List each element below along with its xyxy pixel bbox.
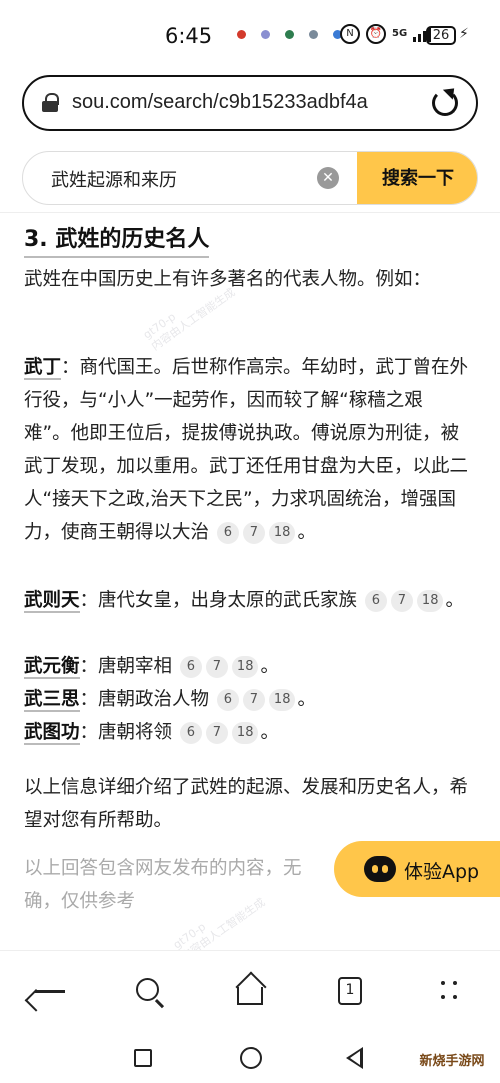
search-input[interactable]: 武姓起源和来历	[51, 166, 177, 192]
open-app-label: 体验App	[404, 861, 480, 883]
network-type: 5G	[392, 28, 408, 39]
notification-icon	[285, 30, 294, 39]
person-desc: ：唐朝宰相	[79, 656, 173, 677]
more-dots-icon	[441, 979, 459, 1003]
intro-paragraph: 武姓在中国历史上有许多著名的代表人物。例如：	[24, 269, 432, 290]
person-name[interactable]: 武则天	[24, 590, 80, 613]
citation-badge[interactable]: 7	[390, 590, 413, 612]
citation-badge[interactable]: 18	[268, 522, 296, 544]
reload-icon[interactable]	[432, 90, 458, 116]
back-arrow-icon	[35, 990, 65, 993]
citation-badge[interactable]: 18	[416, 590, 444, 612]
search-icon	[136, 978, 159, 1001]
person-desc: ：商代国王。后世称作高宗。年幼时，武丁曾在外行役，与“小人”一起劳作，因而较了解…	[24, 357, 469, 543]
disclaimer-line: 以上回答包含网友发布的内容，无	[24, 858, 302, 879]
person-name[interactable]: 武图功	[24, 722, 80, 745]
citation-badge[interactable]: 7	[205, 722, 228, 744]
app-logo-icon	[364, 856, 396, 882]
divider	[0, 212, 500, 213]
person-name[interactable]: 武丁	[24, 357, 62, 380]
status-time: 6:45	[165, 24, 213, 48]
recents-button[interactable]	[134, 1049, 152, 1067]
url-text[interactable]: sou.com/search/c9b15233adbf4a	[72, 91, 432, 114]
notification-icon	[237, 30, 246, 39]
search-box[interactable]: 武姓起源和来历 ✕ 搜索一下	[22, 151, 478, 205]
person-desc: ：唐朝将领	[79, 722, 173, 743]
end-mark: 。	[260, 656, 279, 677]
search-button[interactable]: 搜索一下	[357, 152, 477, 204]
person-entry: 武则天：唐代女皇，出身太原的武氏家族 6 7 18。	[24, 584, 469, 617]
notification-icons	[237, 30, 342, 39]
back-system-button[interactable]	[346, 1047, 363, 1069]
open-app-button[interactable]: 体验App	[334, 841, 500, 897]
citation-badge[interactable]: 18	[231, 722, 259, 744]
address-bar[interactable]: sou.com/search/c9b15233adbf4a	[22, 75, 478, 131]
citation-badge[interactable]: 6	[179, 656, 202, 678]
person-entry: 武三思：唐朝政治人物 6 7 18。	[24, 683, 469, 716]
section-heading: 3. 武姓的历史名人	[24, 221, 210, 258]
end-mark: 。	[297, 689, 316, 710]
browser-toolbar: 1	[0, 950, 500, 1030]
person-desc: ：唐朝政治人物	[79, 689, 210, 710]
nfc-icon: N	[340, 24, 360, 44]
tabs-icon: 1	[338, 977, 362, 1005]
disclaimer-line: 确，仅供参考	[24, 891, 136, 912]
citation-badge[interactable]: 6	[216, 689, 239, 711]
notification-icon	[261, 30, 270, 39]
citation-badge[interactable]: 7	[205, 656, 228, 678]
alarm-icon: ⏰	[366, 24, 386, 44]
home-icon	[237, 987, 263, 1005]
status-bar: 6:45 N ⏰ 5G 26 ⚡	[0, 0, 500, 68]
end-mark: 。	[297, 522, 316, 543]
site-logo: 新烧手游网	[419, 1054, 485, 1069]
more-button[interactable]	[433, 975, 467, 1009]
clear-icon[interactable]: ✕	[317, 167, 339, 189]
person-name[interactable]: 武元衡	[24, 656, 80, 679]
person-entry: 武丁：商代国王。后世称作高宗。年幼时，武丁曾在外行役，与“小人”一起劳作，因而较…	[24, 351, 469, 549]
end-mark: 。	[445, 590, 464, 611]
home-button[interactable]	[233, 975, 267, 1009]
summary-paragraph: 以上信息详细介绍了武姓的起源、发展和历史名人，希望对您有所帮助。	[24, 777, 469, 831]
system-icons: N ⏰ 5G	[340, 24, 432, 44]
citation-badge[interactable]: 7	[242, 522, 265, 544]
charging-icon: ⚡	[459, 26, 469, 42]
person-entry: 武元衡：唐朝宰相 6 7 18。	[24, 650, 469, 683]
end-mark: 。	[260, 722, 279, 743]
tabs-button[interactable]: 1	[333, 975, 367, 1009]
citation-badge[interactable]: 6	[364, 590, 387, 612]
citation-badge[interactable]: 6	[216, 522, 239, 544]
battery-icon: 26	[426, 26, 456, 45]
citation-badge[interactable]: 18	[231, 656, 259, 678]
person-desc: ：唐代女皇，出身太原的武氏家族	[79, 590, 358, 611]
citation-badge[interactable]: 18	[268, 689, 296, 711]
notification-icon	[309, 30, 318, 39]
search-nav-button[interactable]	[133, 975, 167, 1009]
person-entry: 武图功：唐朝将领 6 7 18。	[24, 716, 469, 749]
home-system-button[interactable]	[240, 1047, 262, 1069]
back-button[interactable]	[33, 975, 67, 1009]
lock-icon	[42, 93, 59, 112]
citation-badge[interactable]: 6	[179, 722, 202, 744]
citation-badge[interactable]: 7	[242, 689, 265, 711]
person-name[interactable]: 武三思	[24, 689, 80, 712]
